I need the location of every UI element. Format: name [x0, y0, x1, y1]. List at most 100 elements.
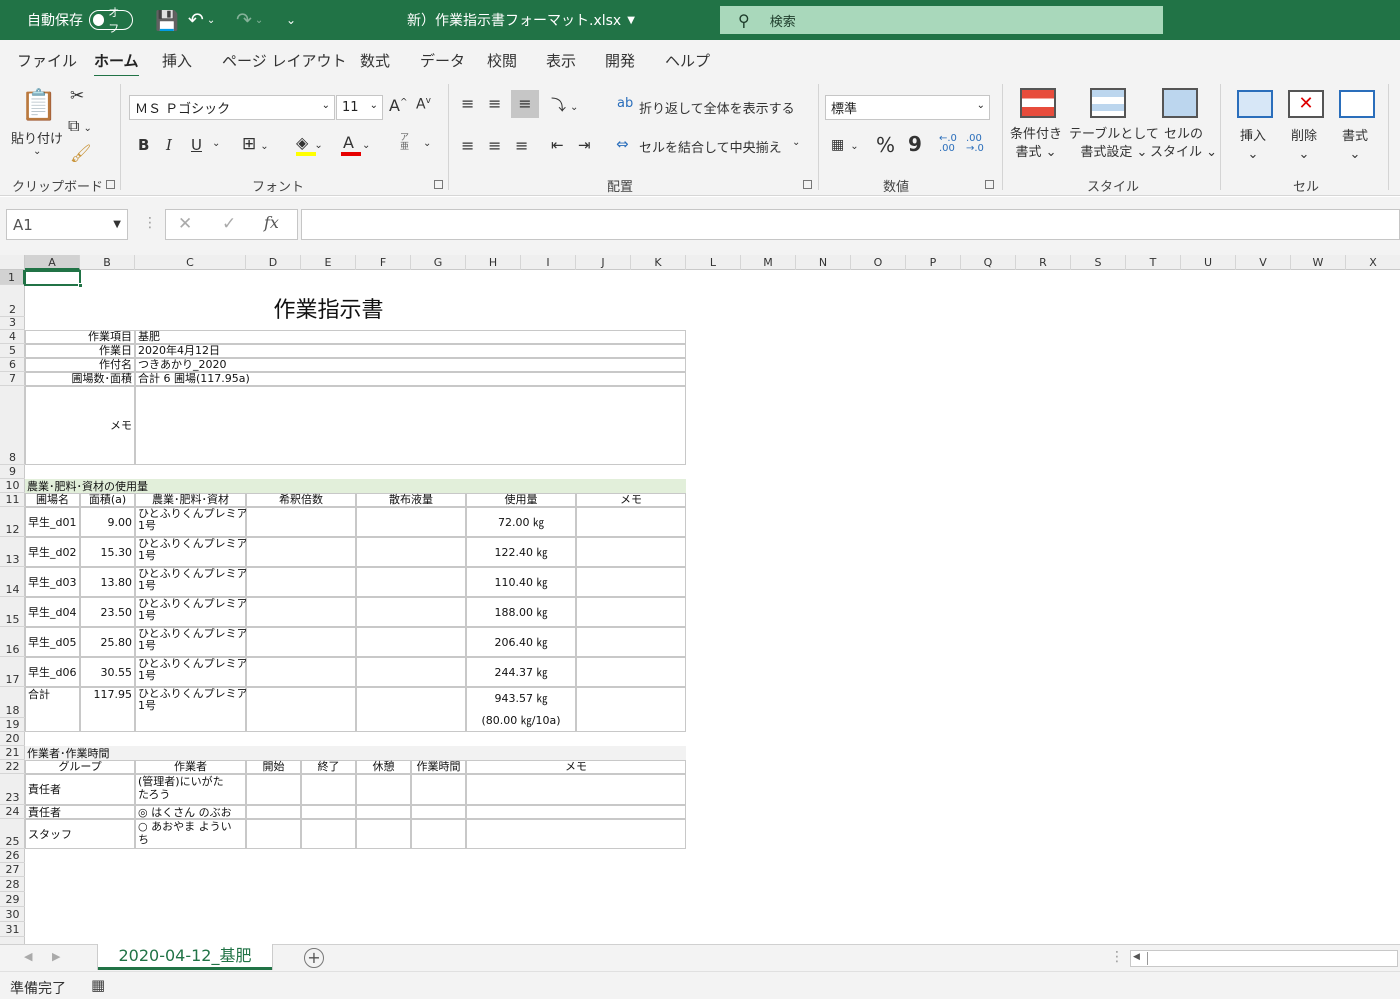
worker-group[interactable]: 責任者	[25, 805, 135, 819]
merge-center-button[interactable]: セルを結合して中央揃え	[639, 137, 782, 156]
spray-volume[interactable]	[356, 597, 466, 627]
total-spray[interactable]	[356, 687, 466, 732]
column-header[interactable]: I	[521, 255, 576, 270]
row-header[interactable]: 29	[0, 892, 25, 907]
dialog-launcher-icon[interactable]	[803, 180, 812, 189]
usage[interactable]: 244.37 ㎏	[466, 657, 576, 687]
cell-styles-button[interactable]: セルの スタイル ⌄	[1150, 126, 1217, 162]
table2-header[interactable]: 開始	[246, 760, 301, 774]
time-cell[interactable]	[246, 805, 301, 819]
file-title[interactable]: 新）作業指示書フォーマット.xlsx	[407, 10, 621, 30]
column-header[interactable]: S	[1071, 255, 1126, 270]
worker-memo[interactable]	[466, 805, 686, 819]
row-header[interactable]: 2	[0, 285, 25, 317]
info-value[interactable]: 合計 6 圃場(117.95a)	[135, 372, 686, 386]
memo[interactable]	[576, 657, 686, 687]
memo[interactable]	[576, 537, 686, 567]
usage[interactable]: 72.00 ㎏	[466, 507, 576, 537]
table2-header[interactable]: メモ	[466, 760, 686, 774]
time-cell[interactable]	[356, 805, 411, 819]
tab-insert[interactable]: 挿入	[162, 50, 192, 71]
row-header[interactable]: 6	[0, 358, 25, 372]
worker-memo[interactable]	[466, 774, 686, 805]
info-label[interactable]: メモ	[25, 386, 135, 465]
dilution[interactable]	[246, 657, 356, 687]
material-cell[interactable]: ひとふりくんプレミア 1号	[135, 567, 248, 597]
column-header[interactable]: V	[1236, 255, 1291, 270]
row-header[interactable]: 5	[0, 344, 25, 358]
dilution[interactable]	[246, 627, 356, 657]
fill-color-icon[interactable]: ◈ ⌄	[296, 133, 323, 152]
font-name-select[interactable]: ＭＳ Ｐゴシック ⌄	[129, 95, 335, 120]
save-icon[interactable]: 💾	[155, 0, 179, 40]
table1-header[interactable]: 散布液量	[356, 493, 466, 507]
field-area[interactable]: 23.50	[80, 597, 135, 627]
format-as-table-button[interactable]: テーブルとして 書式設定 ⌄	[1069, 126, 1159, 162]
field-area[interactable]: 30.55	[80, 657, 135, 687]
redo-icon[interactable]: ↷ ⌄	[236, 0, 263, 40]
time-cell[interactable]	[246, 819, 301, 849]
row-header[interactable]: 10	[0, 479, 25, 493]
column-header[interactable]: M	[741, 255, 796, 270]
info-value[interactable]	[135, 386, 686, 465]
wrap-text-button[interactable]: 折り返して全体を表示する	[639, 98, 795, 117]
table1-header[interactable]: 使用量	[466, 493, 576, 507]
dilution[interactable]	[246, 507, 356, 537]
worker-memo[interactable]	[466, 819, 686, 849]
column-header[interactable]: K	[631, 255, 686, 270]
spray-volume[interactable]	[356, 657, 466, 687]
field-area[interactable]: 25.80	[80, 627, 135, 657]
memo[interactable]	[576, 507, 686, 537]
align-left-icon[interactable]: ≡	[461, 136, 474, 155]
field-name[interactable]: 早生_d06	[25, 657, 80, 687]
worker-name[interactable]: ○ あおやま よういち	[135, 819, 246, 849]
align-bottom-icon[interactable]: ≡	[511, 90, 539, 118]
sheet-title[interactable]: 作業指示書	[246, 285, 411, 322]
decrease-indent-icon[interactable]: ⇤	[551, 136, 564, 154]
undo-icon[interactable]: ↶ ⌄	[188, 0, 215, 40]
row-header[interactable]: 21	[0, 746, 25, 760]
table1-header[interactable]: 農業･肥料･資材	[135, 493, 246, 507]
row-header[interactable]: 30	[0, 907, 25, 922]
usage[interactable]: 206.40 ㎏	[466, 627, 576, 657]
material-cell[interactable]: ひとふりくんプレミア 1号	[135, 537, 248, 567]
format-painter-icon[interactable]: 🖌	[70, 144, 92, 164]
column-header[interactable]: Q	[961, 255, 1016, 270]
material-cell[interactable]: ひとふりくんプレミア 1号	[135, 507, 248, 537]
column-header[interactable]: F	[356, 255, 411, 270]
field-name[interactable]: 早生_d04	[25, 597, 80, 627]
tab-developer[interactable]: 開発	[605, 50, 635, 71]
total-label[interactable]: 合計	[25, 687, 80, 732]
row-header[interactable]: 27	[0, 863, 25, 877]
enter-icon[interactable]: ✓	[222, 214, 236, 234]
font-color-icon[interactable]: A ⌄	[343, 133, 370, 152]
underline-button[interactable]: U	[191, 136, 202, 154]
dialog-launcher-icon[interactable]	[106, 180, 115, 189]
macro-record-icon[interactable]: ▦	[91, 976, 105, 994]
search-input[interactable]: ⚲ 検索	[720, 6, 1163, 34]
row-header[interactable]: 22	[0, 760, 25, 774]
paste-button[interactable]: 貼り付け	[11, 128, 63, 147]
field-area[interactable]: 13.80	[80, 567, 135, 597]
increase-indent-icon[interactable]: ⇥	[578, 136, 591, 154]
table1-header[interactable]: 面積(a)	[80, 493, 135, 507]
tab-view[interactable]: 表示	[546, 50, 576, 71]
tab-page-layout[interactable]: ページ レイアウト	[222, 50, 346, 71]
column-header[interactable]: X	[1346, 255, 1400, 270]
worker-group[interactable]: スタッフ	[25, 819, 135, 849]
autosave-toggle[interactable]: オフ	[89, 6, 133, 35]
tab-formulas[interactable]: 数式	[360, 50, 390, 71]
tab-file[interactable]: ファイル	[17, 50, 77, 71]
row-header[interactable]: 13	[0, 537, 25, 567]
column-header[interactable]: C	[135, 255, 246, 270]
time-cell[interactable]	[301, 774, 356, 805]
row-header[interactable]: 9	[0, 465, 25, 479]
next-sheet-icon[interactable]: ▶	[52, 950, 60, 963]
row-header[interactable]: 14	[0, 567, 25, 597]
cancel-icon[interactable]: ✕	[178, 214, 192, 234]
memo[interactable]	[576, 567, 686, 597]
column-header[interactable]: R	[1016, 255, 1071, 270]
time-cell[interactable]	[356, 774, 411, 805]
delete-cells-button[interactable]: 削除 ⌄	[1291, 128, 1317, 164]
column-header[interactable]: U	[1181, 255, 1236, 270]
